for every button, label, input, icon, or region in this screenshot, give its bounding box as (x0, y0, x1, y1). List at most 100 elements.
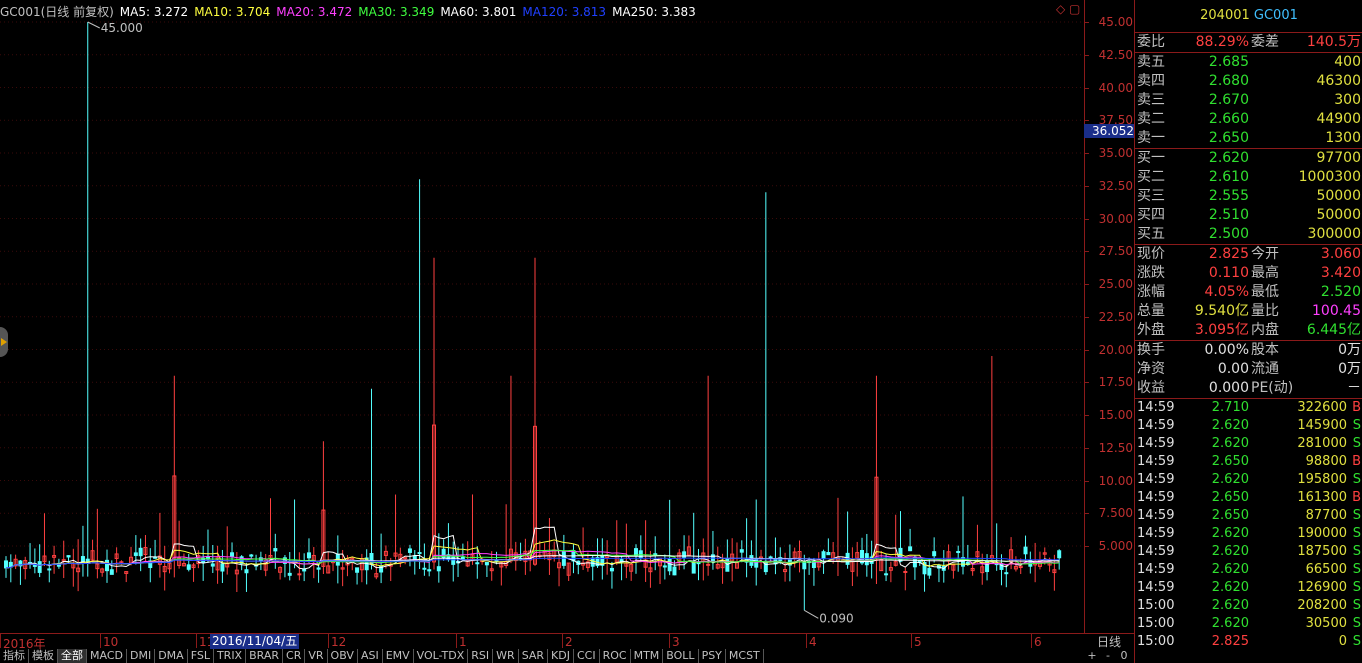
tab-macd[interactable]: MACD (87, 649, 127, 663)
candle-body (739, 549, 744, 553)
ma-value-6: MA120: 3.813 (522, 5, 607, 19)
buy-label: 买三 (1137, 188, 1165, 204)
zoom-button-2[interactable]: 0 (1116, 649, 1132, 663)
min-price-label: 0.090 (819, 611, 853, 625)
quote-row: 现价 2.825 今开 3.060 (1135, 245, 1362, 264)
tab-mcst[interactable]: MCST (726, 649, 764, 663)
buy-row: 买一 2.620 97700 (1135, 149, 1362, 168)
sell-price: 2.650 (1208, 130, 1249, 146)
expand-panel-handle[interactable] (0, 327, 8, 357)
period-label[interactable]: 日线 (1084, 633, 1134, 650)
x-tick-label: 10 (99, 634, 119, 649)
tab-dma[interactable]: DMA (155, 649, 188, 663)
tab-vr[interactable]: VR (305, 649, 328, 663)
tab-cr[interactable]: CR (283, 649, 306, 663)
tab-全部[interactable]: 全部 (58, 649, 87, 663)
candle-body (908, 546, 913, 552)
tick-row: 15:00 2.620 30500 S (1135, 615, 1362, 633)
sell-label: 卖二 (1137, 111, 1165, 127)
buy-label: 买四 (1137, 207, 1165, 223)
tick-volume: 126900 (1297, 580, 1347, 595)
candle-body (273, 548, 278, 552)
candle-body (609, 567, 614, 572)
candle-body (821, 551, 826, 560)
tab-emv[interactable]: EMV (383, 649, 414, 663)
quote-value: 2.825 (1208, 246, 1249, 262)
quote-row: 总量 9.540亿 量比 100.45 (1135, 302, 1362, 321)
tab-obv[interactable]: OBV (328, 649, 358, 663)
buy-label: 买一 (1137, 150, 1165, 166)
zoom-button-0[interactable]: + (1084, 649, 1100, 663)
tick-side: S (1352, 508, 1361, 523)
tab-指标[interactable]: 指标 (0, 649, 29, 663)
tab-roc[interactable]: ROC (600, 649, 631, 663)
x-tick-label: 3 (669, 634, 680, 649)
candle-body (763, 560, 768, 573)
tab-mtm[interactable]: MTM (631, 649, 664, 663)
candle-body (1023, 546, 1028, 555)
tick-time: 15:00 (1137, 598, 1175, 613)
candle-body (826, 552, 831, 556)
sell-price: 2.680 (1208, 73, 1249, 89)
sell-price: 2.670 (1208, 92, 1249, 108)
quote-label: 量比 (1251, 303, 1279, 319)
tick-volume: 208200 (1297, 598, 1347, 613)
candle-body (422, 567, 427, 570)
candlestick-plot[interactable]: 45.000 0.090 (0, 0, 1084, 633)
tab-模板[interactable]: 模板 (29, 649, 58, 663)
tick-price: 2.710 (1211, 400, 1249, 415)
candle-body (220, 563, 225, 572)
x-tick-label: 1 (456, 634, 467, 649)
tick-row: 15:00 2.825 0 S (1135, 633, 1362, 651)
tick-volume: 322600 (1297, 400, 1347, 415)
tick-volume: 145900 (1297, 418, 1347, 433)
info-value: 0万 (1338, 342, 1361, 358)
tick-time: 14:59 (1137, 562, 1175, 577)
tab-brar[interactable]: BRAR (246, 649, 284, 663)
tab-trix[interactable]: TRIX (214, 649, 247, 663)
info-row: 收益 0.000 PE(动) － (1135, 379, 1362, 398)
tick-side: B (1352, 400, 1361, 415)
tick-volume: 87700 (1305, 508, 1347, 523)
y-tick-label: 10.00 (1085, 475, 1133, 487)
tick-time: 14:59 (1137, 454, 1175, 469)
chart-option-icons[interactable]: ◇ ▢ (1056, 2, 1080, 16)
tab-vol-tdx[interactable]: VOL-TDX (414, 649, 469, 663)
candle-body (306, 552, 311, 559)
tick-volume: 195800 (1297, 472, 1347, 487)
tab-boll[interactable]: BOLL (663, 649, 699, 663)
info-row: 净资 0.00 流通 0万 (1135, 360, 1362, 379)
quote-label: 内盘 (1251, 322, 1279, 338)
y-tick-label: 27.50 (1085, 245, 1133, 257)
y-tick-label: 20.00 (1085, 344, 1133, 356)
tick-time: 14:59 (1137, 472, 1175, 487)
tab-dmi[interactable]: DMI (127, 649, 156, 663)
kline-chart[interactable]: 45.000 0.090 GC001(日线 前复权) MA5: 3.272 MA10:… (0, 0, 1084, 633)
candle-body (297, 573, 302, 576)
tab-asi[interactable]: ASI (358, 649, 383, 663)
tick-time: 14:59 (1137, 508, 1175, 523)
tick-side: S (1352, 580, 1361, 595)
zoom-controls: + -0 (1084, 649, 1134, 663)
price-axis: 45.00 42.50 40.00 37.50 35.00 32.50 30.00 27.50… (1084, 0, 1135, 633)
candle-body (802, 561, 807, 570)
candle-body (244, 569, 249, 574)
candle-body (287, 572, 292, 576)
tab-sar[interactable]: SAR (519, 649, 549, 663)
tick-list[interactable]: 14:59 2.710 322600 B 14:59 2.620 145900 S 14:59 2… (1135, 398, 1362, 651)
quote-value: 0.110 (1208, 265, 1249, 281)
tick-row: 14:59 2.620 190000 S (1135, 525, 1362, 543)
tab-kdj[interactable]: KDJ (548, 649, 574, 663)
tab-psy[interactable]: PSY (699, 649, 726, 663)
tab-cci[interactable]: CCI (574, 649, 600, 663)
candle-body (230, 552, 235, 557)
buy-price: 2.620 (1208, 150, 1249, 166)
tab-fsl[interactable]: FSL (188, 649, 214, 663)
tab-rsi[interactable]: RSI (468, 649, 494, 663)
tick-row: 14:59 2.620 145900 S (1135, 417, 1362, 435)
ma-value-3: MA20: 3.472 (276, 5, 353, 19)
zoom-button-1[interactable]: - (1100, 649, 1116, 663)
sell-orders: 卖五 2.685 400 卖四 2.680 46300 卖三 2.670 300 卖二 2.660 4… (1135, 52, 1362, 148)
tab-wr[interactable]: WR (493, 649, 519, 663)
sell-price: 2.685 (1208, 54, 1249, 70)
